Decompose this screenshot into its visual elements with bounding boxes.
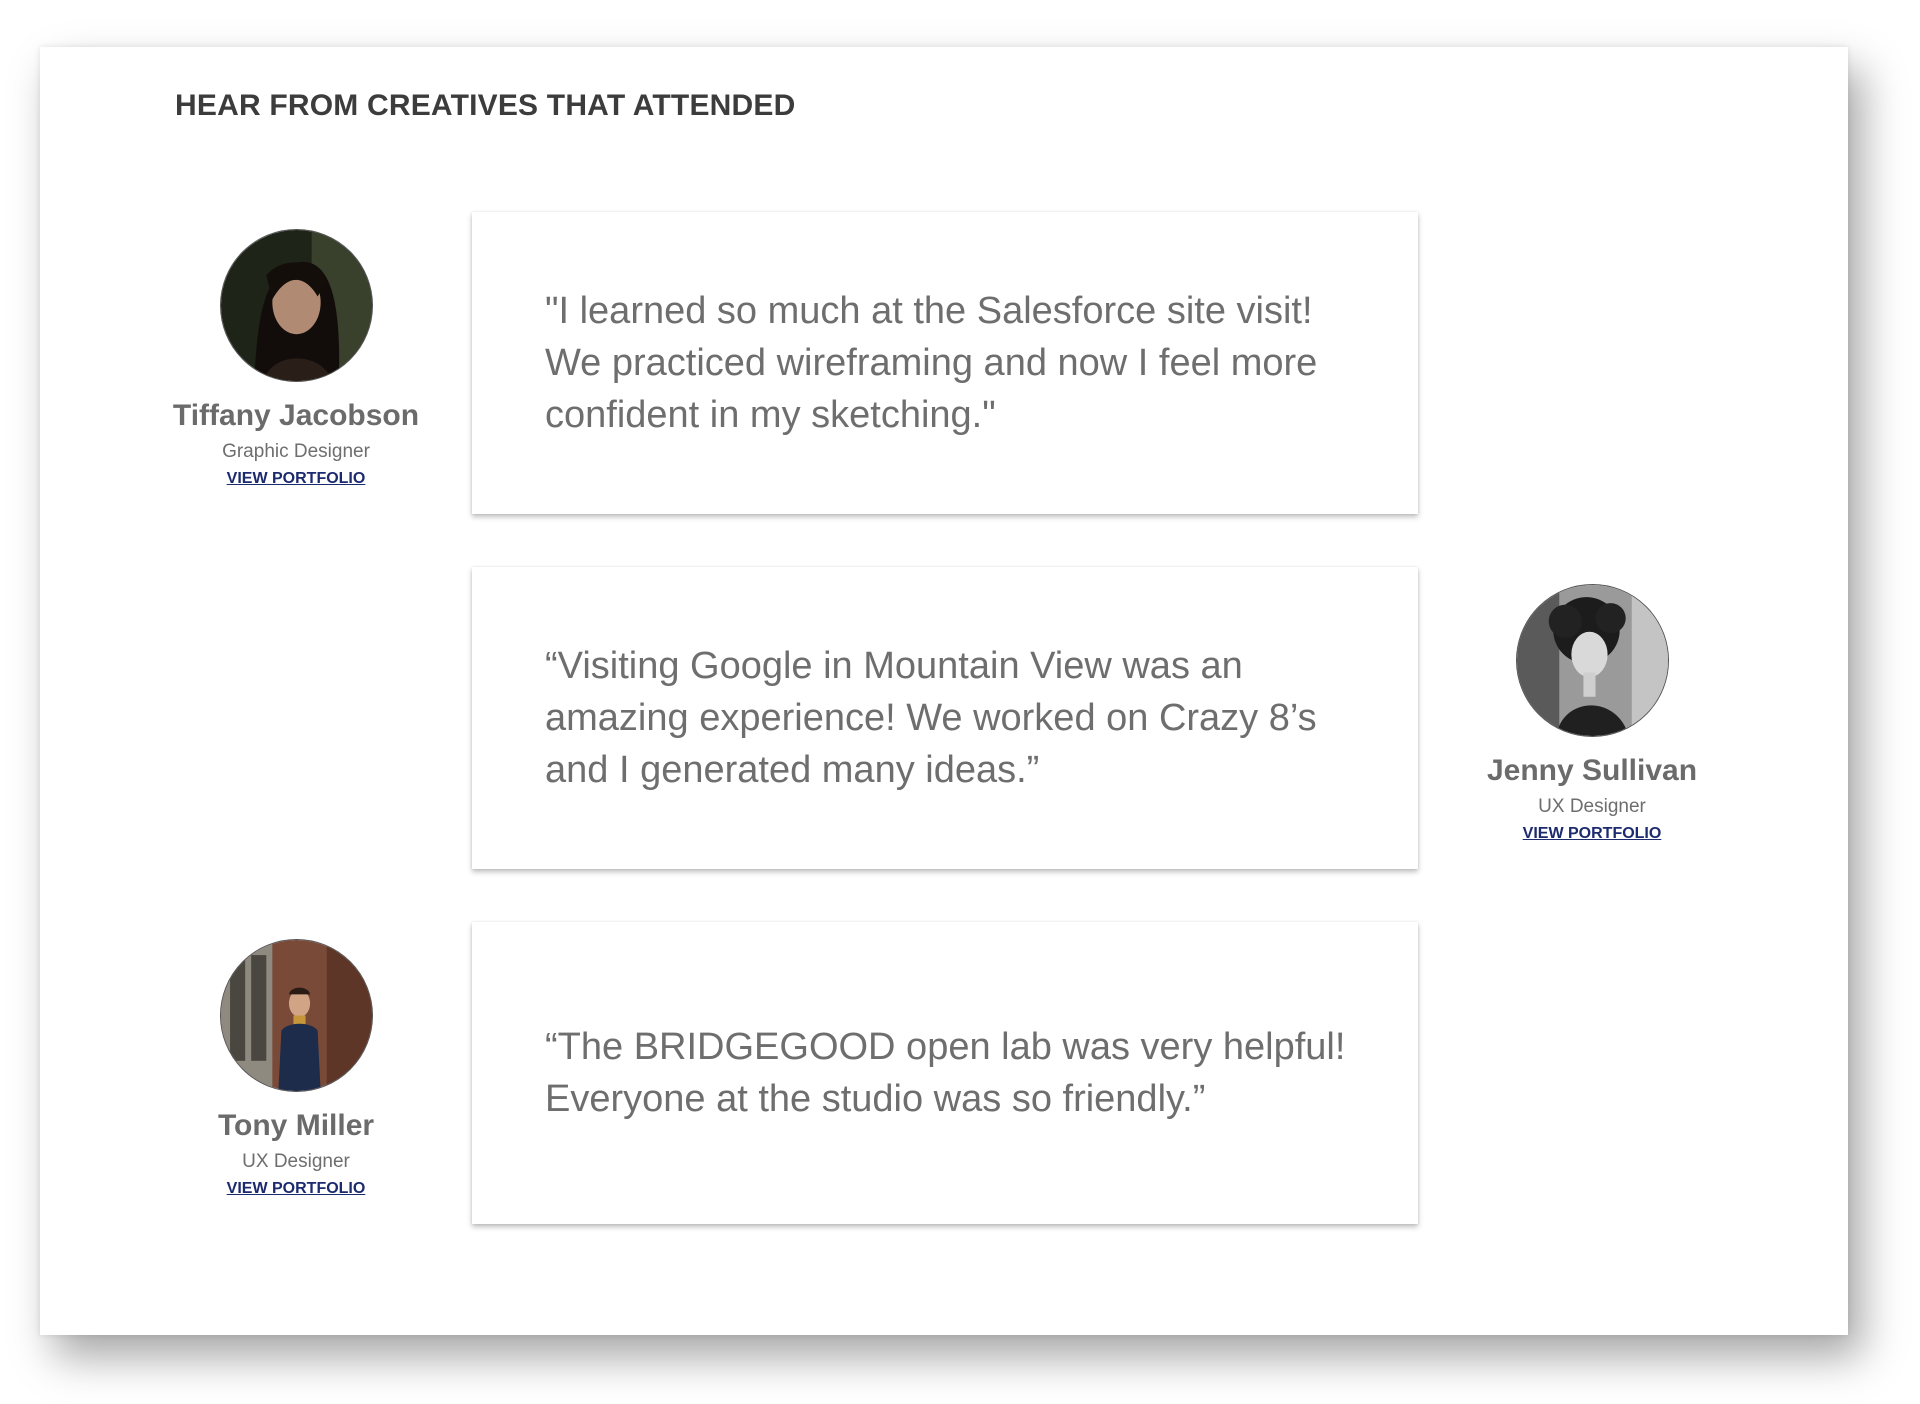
avatar (219, 229, 373, 382)
testimonial-quote: "I learned so much at the Salesforce sit… (545, 290, 1318, 436)
author-role: UX Designer (242, 1151, 350, 1172)
avatar (1515, 584, 1669, 737)
testimonial-author: Tiffany Jacobson Graphic Designer VIEW P… (146, 229, 446, 490)
testimonial-card: “Visiting Google in Mountain View was an… (472, 567, 1418, 869)
testimonial-author: Tony Miller UX Designer VIEW PORTFOLIO (146, 939, 446, 1200)
view-portfolio-link[interactable]: VIEW PORTFOLIO (1523, 823, 1662, 845)
section-heading: HEAR FROM CREATIVES THAT ATTENDED (175, 89, 796, 122)
view-portfolio-link[interactable]: VIEW PORTFOLIO (227, 1178, 366, 1200)
view-portfolio-link[interactable]: VIEW PORTFOLIO (227, 468, 366, 490)
author-name: Tony Miller (217, 1109, 375, 1142)
testimonial-quote: “Visiting Google in Mountain View was an… (545, 645, 1317, 791)
testimonials-section: HEAR FROM CREATIVES THAT ATTENDED "I lea… (40, 47, 1848, 1335)
author-role: Graphic Designer (222, 441, 370, 462)
testimonial-author: Jenny Sullivan UX Designer VIEW PORTFOLI… (1442, 584, 1742, 845)
author-role: UX Designer (1538, 796, 1646, 817)
author-name: Tiffany Jacobson (172, 399, 420, 432)
testimonial-card: “The BRIDGEGOOD open lab was very helpfu… (472, 922, 1418, 1224)
testimonial-quote: “The BRIDGEGOOD open lab was very helpfu… (545, 1026, 1346, 1120)
testimonial-card: "I learned so much at the Salesforce sit… (472, 212, 1418, 514)
avatar (219, 939, 373, 1092)
author-name: Jenny Sullivan (1486, 754, 1698, 787)
